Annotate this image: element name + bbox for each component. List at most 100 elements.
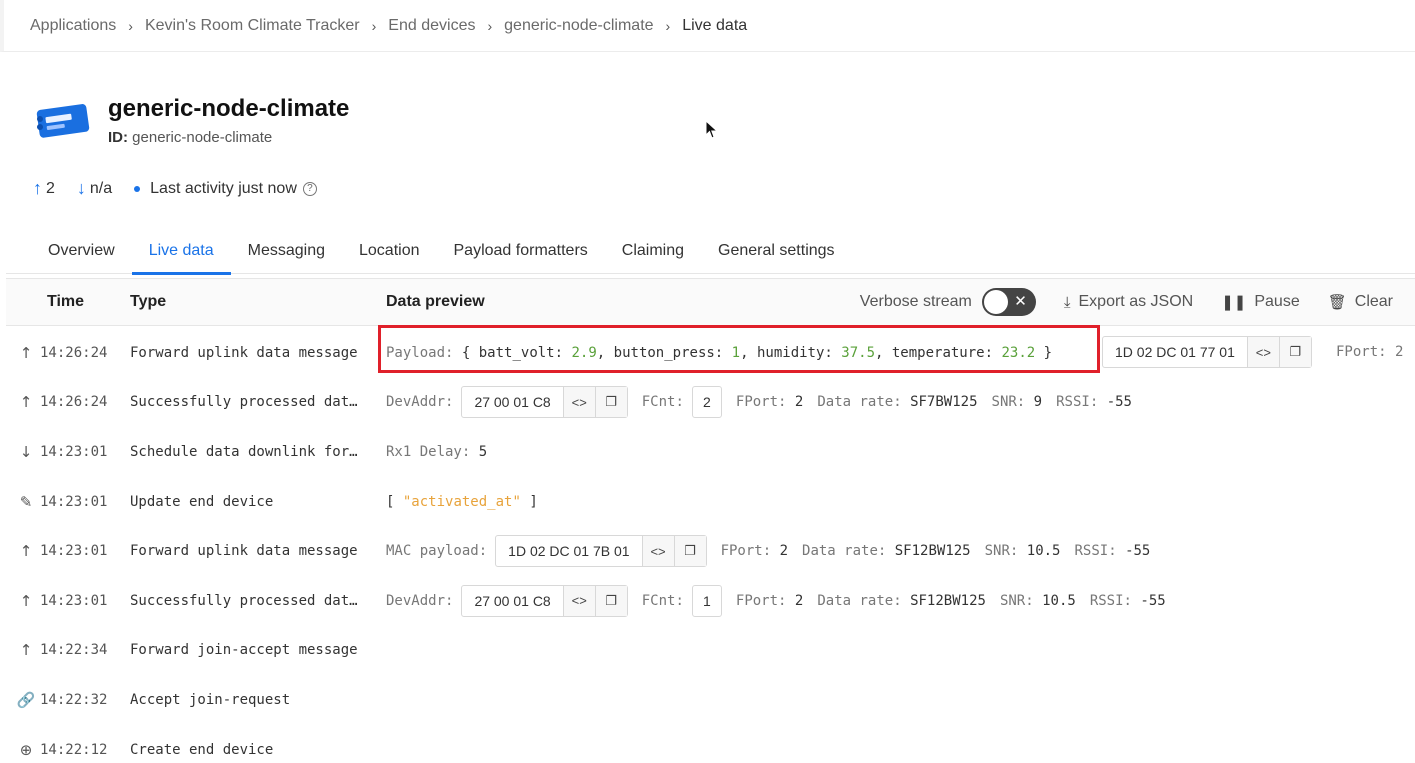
copy-icon[interactable]: ❐	[673, 536, 706, 567]
help-icon[interactable]: ?	[302, 181, 317, 196]
row-preview: [ "activated_at" ]	[386, 493, 538, 510]
row-time: 14:23:01	[40, 592, 108, 609]
fcnt-box: 1	[691, 584, 722, 617]
breadcrumb-live-data: Live data	[682, 16, 748, 34]
row-time: 14:23:01	[40, 543, 108, 560]
mouse-cursor-icon	[705, 120, 719, 139]
plus-circle-icon: ⊕	[19, 740, 33, 759]
copy-icon[interactable]: ❐	[1278, 337, 1311, 367]
row-type: Forward join-accept message	[130, 642, 358, 659]
tab-payload-formatters[interactable]: Payload formatters	[437, 228, 605, 274]
table-row[interactable]: ↑ 14:26:24 Successfully processed dat… D…	[6, 378, 1415, 428]
arrow-up-icon: ↑	[19, 393, 33, 412]
column-time: Time	[47, 293, 85, 310]
pause-button[interactable]: ❚❚ Pause	[1221, 293, 1300, 311]
arrow-up-icon: ↑	[19, 343, 33, 362]
code-toggle-icon[interactable]: <>	[641, 536, 674, 567]
hex-value-box: 1D 02 DC 01 77 01 <> ❐	[1102, 336, 1312, 368]
arrow-up-icon: ↑	[19, 591, 33, 610]
row-time: 14:22:34	[40, 642, 108, 659]
chevron-right-icon: ›	[487, 17, 493, 34]
breadcrumb-applications[interactable]: Applications	[30, 17, 116, 35]
export-json-button[interactable]: ⤓ Export as JSON	[1064, 293, 1193, 311]
page-title: generic-node-climate	[108, 95, 350, 122]
link-icon: 🔗	[16, 690, 36, 709]
trash-icon: 🗑	[1327, 294, 1347, 311]
row-type: Forward uplink data message	[130, 344, 358, 361]
verbose-stream: Verbose stream ✕	[860, 288, 1036, 316]
table-row[interactable]: ↑ 14:22:34 Forward join-accept message	[6, 626, 1415, 676]
row-type: Schedule data downlink for…	[130, 443, 358, 460]
device-id: ID: generic-node-climate	[108, 129, 273, 146]
table-row[interactable]: ↓ 14:23:01 Schedule data downlink for… R…	[6, 427, 1415, 477]
column-type: Type	[130, 293, 167, 310]
pencil-icon: ✎	[19, 492, 33, 511]
breadcrumb-end-devices[interactable]: End devices	[388, 17, 475, 35]
table-row[interactable]: ✎ 14:23:01 Update end device [ "activate…	[6, 477, 1415, 527]
table-header: Time Type Data preview Verbose stream ✕ …	[6, 278, 1415, 326]
copy-icon[interactable]: ❐	[594, 387, 627, 418]
fcnt-box: 2	[691, 386, 722, 419]
column-data-preview: Data preview	[386, 293, 485, 310]
chevron-right-icon: ›	[128, 17, 133, 34]
tab-general-settings[interactable]: General settings	[701, 228, 852, 274]
arrow-up-icon: ↑	[19, 542, 33, 561]
row-type: Forward uplink data message	[130, 543, 358, 560]
arrow-down-icon: ↓	[19, 442, 33, 461]
tab-bar: Overview Live data Messaging Location Pa…	[6, 228, 1415, 275]
pause-icon: ❚❚	[1221, 294, 1247, 311]
row-type: Successfully processed dat…	[130, 394, 358, 411]
tab-location[interactable]: Location	[342, 228, 437, 274]
table-row[interactable]: ↑ 14:26:24 Forward uplink data message P…	[6, 325, 1415, 378]
device-stats: ↑ 2 ↓ n/a Last activity just now ?	[33, 178, 339, 199]
device-header: generic-node-climate ID: generic-node-cl…	[32, 95, 349, 146]
row-preview: Payload: { batt_volt: 2.9, button_press:…	[386, 344, 1053, 361]
table-row[interactable]: ⊕ 14:22:12 Create end device	[6, 725, 1415, 763]
arrow-up-icon: ↑	[33, 178, 42, 198]
row-preview: MAC payload: 1D 02 DC 01 7B 01 <> ❐ FPor…	[386, 535, 1164, 568]
code-toggle-icon[interactable]: <>	[562, 585, 595, 616]
row-time: 14:23:01	[40, 493, 108, 510]
row-preview: Rx1 Delay: 5	[386, 443, 488, 460]
row-type: Accept join-request	[130, 691, 291, 708]
table-row[interactable]: ↑ 14:23:01 Successfully processed dat… D…	[6, 576, 1415, 626]
row-fport: FPort: 2	[1336, 344, 1404, 360]
table-row[interactable]: ↑ 14:23:01 Forward uplink data message M…	[6, 526, 1415, 576]
code-toggle-icon[interactable]: <>	[1246, 337, 1279, 367]
tab-overview[interactable]: Overview	[6, 228, 132, 274]
breadcrumb-device[interactable]: generic-node-climate	[504, 17, 653, 35]
row-type: Update end device	[130, 493, 274, 510]
downlink-count: ↓ n/a	[76, 178, 113, 198]
device-icon	[36, 103, 90, 138]
mac-payload-box: 1D 02 DC 01 7B 01 <> ❐	[495, 535, 707, 568]
row-time: 14:26:24	[40, 394, 108, 411]
row-type: Create end device	[130, 741, 274, 758]
row-time: 14:22:32	[40, 691, 108, 708]
clear-button[interactable]: 🗑 Clear	[1328, 293, 1393, 311]
toggle-knob	[983, 290, 1008, 314]
row-type: Successfully processed dat…	[130, 592, 358, 609]
verbose-stream-toggle[interactable]: ✕	[981, 288, 1036, 316]
event-list: ↑ 14:26:24 Forward uplink data message P…	[6, 325, 1415, 763]
copy-icon[interactable]: ❐	[594, 585, 627, 616]
download-icon: ⤓	[1063, 293, 1071, 311]
uplink-count: ↑ 2	[33, 178, 55, 198]
breadcrumb-application[interactable]: Kevin's Room Climate Tracker	[145, 17, 360, 35]
row-time: 14:26:24	[40, 344, 108, 361]
row-preview: DevAddr: 27 00 01 C8 <> ❐ FCnt: 2 FPort:…	[386, 386, 1146, 419]
status-dot-icon	[134, 185, 141, 192]
row-time: 14:22:12	[40, 741, 108, 758]
devaddr-box: 27 00 01 C8 <> ❐	[461, 584, 628, 617]
verbose-stream-label: Verbose stream	[859, 293, 972, 310]
chevron-right-icon: ›	[665, 17, 671, 34]
table-row[interactable]: 🔗 14:22:32 Accept join-request	[6, 675, 1415, 725]
chevron-right-icon: ›	[371, 17, 377, 34]
tab-claiming[interactable]: Claiming	[605, 228, 701, 274]
table-actions: Verbose stream ✕ ⤓ Export as JSON ❚❚ Pau…	[860, 288, 1415, 316]
row-time: 14:23:01	[40, 443, 108, 460]
code-toggle-icon[interactable]: <>	[562, 387, 595, 418]
tab-live-data[interactable]: Live data	[131, 228, 231, 275]
close-icon: ✕	[1014, 293, 1027, 310]
devaddr-box: 27 00 01 C8 <> ❐	[461, 386, 628, 419]
tab-messaging[interactable]: Messaging	[231, 228, 342, 274]
